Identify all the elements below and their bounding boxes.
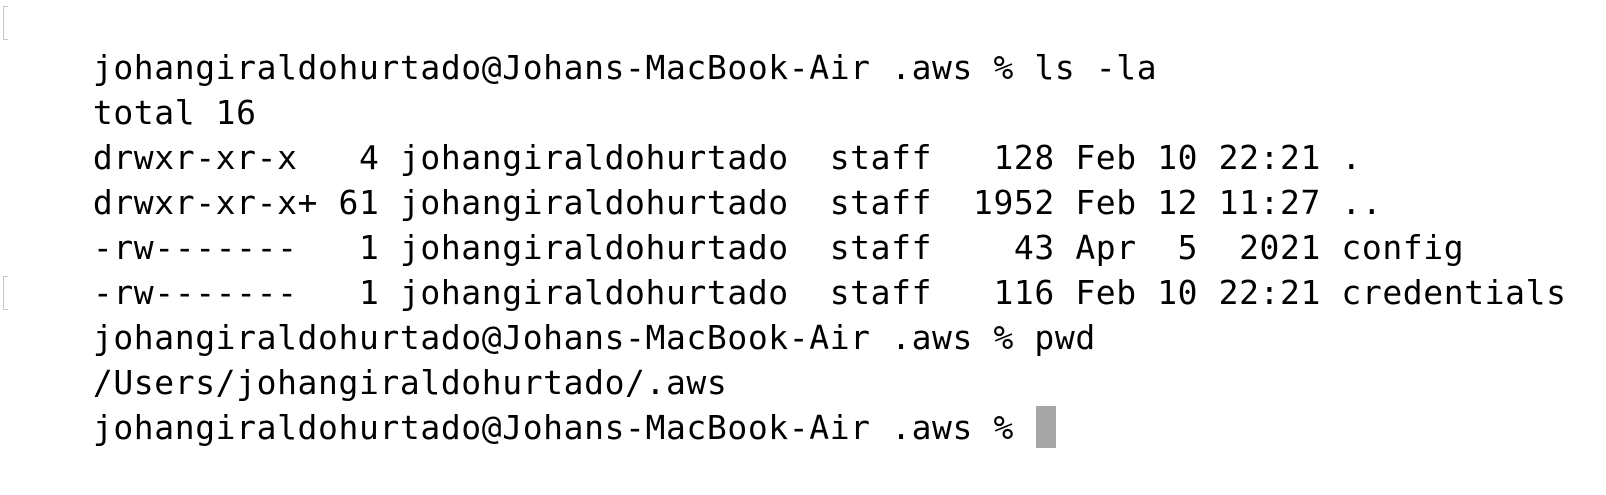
output-line: -rw------- 1 johangiraldohurtado staff 4… [11,180,1606,267]
output-line: total 16 [11,45,1606,132]
terminal-window[interactable]: johangiraldohurtado@Johans-MacBook-Air .… [0,0,1606,448]
prompt-mark-icon [3,276,8,310]
current-prompt-line[interactable]: johangiraldohurtado@Johans-MacBook-Air .… [11,360,1606,448]
output-line: -rw------- 1 johangiraldohurtado staff 1… [11,225,1606,312]
current-prompt-text: johangiraldohurtado@Johans-MacBook-Air .… [92,408,1035,447]
output-line: drwxr-xr-x 4 johangiraldohurtado staff 1… [11,90,1606,177]
output-line: drwxr-xr-x+ 61 johangiraldohurtado staff… [11,135,1606,222]
prompt-mark-icon [3,6,8,40]
text-cursor [1036,406,1057,448]
output-line: /Users/johangiraldohurtado/.aws [11,315,1606,402]
prompt-line: johangiraldohurtado@Johans-MacBook-Air .… [3,0,1606,87]
prompt-line: johangiraldohurtado@Johans-MacBook-Air .… [3,270,1606,357]
